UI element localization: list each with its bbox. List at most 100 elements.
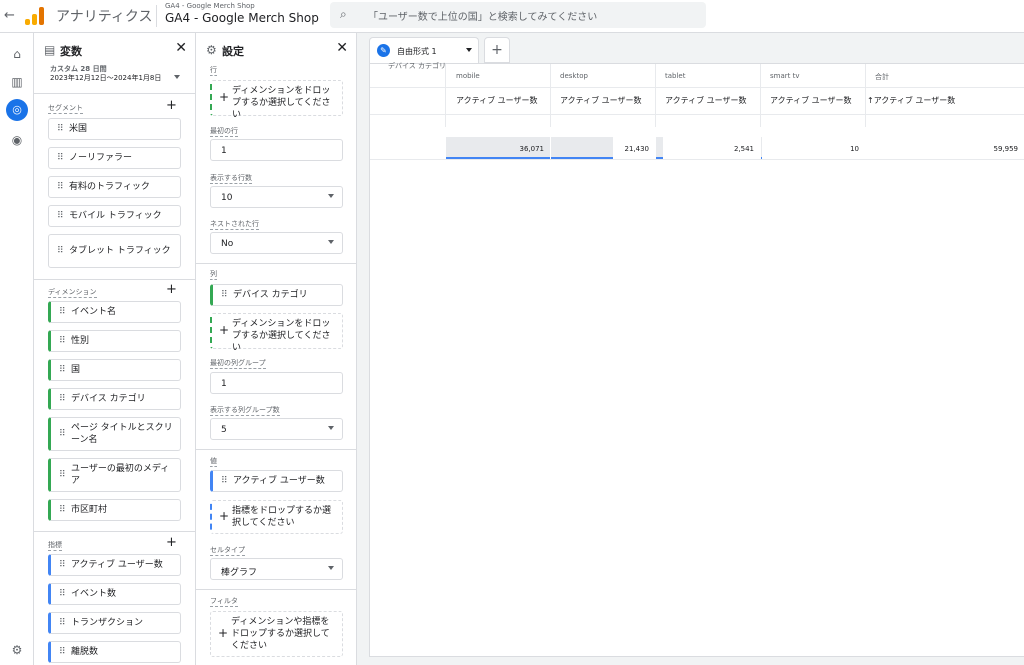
divider	[370, 87, 1024, 88]
drag-handle-icon[interactable]: ⠿	[59, 428, 66, 440]
drag-handle-icon[interactable]: ⠿	[57, 152, 64, 164]
drag-handle-icon[interactable]: ⠿	[59, 306, 66, 318]
drag-handle-icon[interactable]: ⠿	[59, 393, 66, 405]
data-cell-mobile[interactable]: 36,071	[446, 137, 550, 159]
metric-header[interactable]: アクティブ ユーザー数	[770, 95, 852, 106]
drag-handle-icon[interactable]: ⠿	[221, 289, 228, 301]
drag-handle-icon[interactable]: ⠿	[57, 123, 64, 135]
chevron-down-icon	[328, 194, 334, 198]
column-header[interactable]: desktop	[560, 72, 588, 80]
settings-title: 設定	[222, 45, 244, 58]
add-metric-button[interactable]: +	[166, 535, 177, 550]
drag-handle-icon[interactable]: ⠿	[221, 475, 228, 487]
show-col-groups-select[interactable]: 5	[210, 418, 343, 440]
data-cell-desktop[interactable]: 21,430	[551, 137, 655, 159]
segment-chip[interactable]: ⠿ 米国	[48, 118, 181, 140]
metric-header[interactable]: アクティブ ユーザー数	[665, 95, 747, 106]
segment-label: 有料のトラフィック	[69, 182, 150, 192]
drag-handle-icon[interactable]: ⠿	[59, 559, 66, 571]
metric-header[interactable]: アクティブ ユーザー数	[456, 95, 538, 106]
column-header[interactable]: tablet	[665, 72, 685, 80]
dimension-chip[interactable]: ⠿ デバイス カテゴリ	[48, 388, 181, 410]
segment-chip[interactable]: ⠿ タブレット トラフィック	[48, 234, 181, 268]
data-cell-tablet[interactable]: 2,541	[656, 137, 760, 159]
data-cell-total[interactable]: 59,959	[866, 137, 1024, 159]
exploration-canvas: ✎ 自由形式 1 + デバイス カテゴリ mobile desktop tabl…	[357, 33, 1024, 665]
property-name[interactable]: GA4 - Google Merch Shop	[165, 11, 319, 25]
dimension-chip[interactable]: ⠿ 市区町村	[48, 499, 181, 521]
data-cell-smart-tv[interactable]: 10	[761, 137, 865, 159]
column-header[interactable]: mobile	[456, 72, 480, 80]
column-header[interactable]: 合計	[875, 72, 889, 82]
metric-label: 離脱数	[71, 647, 99, 657]
dimension-label: ユーザーの最初のメディア	[71, 464, 170, 486]
chevron-down-icon	[328, 426, 334, 430]
add-tab-button[interactable]: +	[484, 37, 510, 63]
add-dimension-button[interactable]: +	[166, 282, 177, 297]
tab-freeform[interactable]: ✎ 自由形式 1	[369, 37, 479, 63]
column-header[interactable]: smart tv	[770, 72, 800, 80]
arrow-left-icon[interactable]: ←	[4, 8, 15, 23]
drag-handle-icon[interactable]: ⠿	[59, 646, 66, 658]
account-path[interactable]: GA4 - Google Merch Shop	[165, 2, 255, 10]
nested-rows-select[interactable]: No	[210, 232, 343, 254]
home-icon[interactable]: ⌂	[10, 47, 24, 61]
metric-chip[interactable]: ⠿ 離脱数	[48, 641, 181, 663]
metric-chip[interactable]: ⠿ イベント数	[48, 583, 181, 605]
search-placeholder[interactable]: 「ユーザー数で上位の国」と検索してみてください	[368, 8, 597, 23]
rows-drop-zone[interactable]: + ディメンションをドロップするか選択してください	[210, 80, 343, 120]
metric-chip[interactable]: ⠿ トランザクション	[48, 612, 181, 634]
drop-hint: ディメンションをドロップするか選択してください	[232, 86, 331, 120]
add-segment-button[interactable]: +	[166, 98, 177, 113]
column-dimension-chip[interactable]: ⠿ デバイス カテゴリ	[210, 284, 343, 306]
segment-chip[interactable]: ⠿ 有料のトラフィック	[48, 176, 181, 198]
drag-handle-icon[interactable]: ⠿	[57, 210, 64, 222]
metric-header[interactable]: アクティブ ユーザー数	[560, 95, 642, 106]
show-rows-value: 10	[221, 193, 233, 203]
drag-handle-icon[interactable]: ⠿	[59, 364, 66, 376]
dimension-chip[interactable]: ⠿ 国	[48, 359, 181, 381]
drag-handle-icon[interactable]: ⠿	[59, 617, 66, 629]
explore-icon[interactable]: ◎	[6, 99, 28, 121]
date-dropdown-icon[interactable]	[172, 73, 182, 83]
chevron-down-icon	[328, 566, 334, 570]
first-row-input[interactable]: 1	[210, 139, 343, 161]
plus-icon: +	[219, 509, 230, 523]
values-drop-zone[interactable]: + 指標をドロップするか選択してください	[210, 500, 343, 534]
dimension-chip[interactable]: ⠿ 性別	[48, 330, 181, 352]
segment-chip[interactable]: ⠿ ノーリファラー	[48, 147, 181, 169]
plus-icon: +	[219, 90, 230, 104]
value-metric-chip[interactable]: ⠿ アクティブ ユーザー数	[210, 470, 343, 492]
nested-rows-label: ネストされた行	[210, 220, 259, 230]
drag-handle-icon[interactable]: ⠿	[59, 469, 66, 481]
chevron-down-icon	[328, 240, 334, 244]
date-range[interactable]: 2023年12月12日～2024年1月8日	[50, 73, 161, 83]
dimension-chip[interactable]: ⠿ ユーザーの最初のメディア	[48, 458, 181, 492]
filters-drop-zone[interactable]: + ディメンションや指標をドロップするか選択してください	[210, 611, 343, 657]
nested-rows-value: No	[221, 239, 234, 249]
show-rows-select[interactable]: 10	[210, 186, 343, 208]
chevron-down-icon[interactable]	[466, 48, 472, 52]
dimension-chip[interactable]: ⠿ ページ タイトルとスクリーン名	[48, 417, 181, 451]
metric-label: イベント数	[71, 589, 117, 599]
metric-header-sorted[interactable]: ↑アクティブ ユーザー数	[867, 95, 955, 106]
close-icon[interactable]: ✕	[175, 40, 187, 56]
settings-panel: ⚙ 設定 ✕ 行 + ディメンションをドロップするか選択してください 最初の行 1…	[196, 33, 357, 665]
tab-label: 自由形式 1	[397, 47, 437, 56]
cell-type-select[interactable]: 棒グラフ	[210, 558, 343, 580]
drag-handle-icon[interactable]: ⠿	[59, 588, 66, 600]
reports-icon[interactable]: ▥	[10, 75, 24, 89]
first-col-group-input[interactable]: 1	[210, 372, 343, 394]
close-icon[interactable]: ✕	[336, 40, 348, 56]
advertising-icon[interactable]: ◉	[10, 133, 24, 147]
settings-icon[interactable]: ⚙	[10, 643, 24, 657]
drag-handle-icon[interactable]: ⠿	[57, 181, 64, 193]
columns-drop-zone[interactable]: + ディメンションをドロップするか選択してください	[210, 313, 343, 353]
dimension-chip[interactable]: ⠿ イベント名	[48, 301, 181, 323]
drag-handle-icon[interactable]: ⠿	[59, 335, 66, 347]
metric-chip[interactable]: ⠿ アクティブ ユーザー数	[48, 554, 181, 576]
drag-handle-icon[interactable]: ⠿	[59, 504, 66, 516]
segment-chip[interactable]: ⠿ モバイル トラフィック	[48, 205, 181, 227]
drag-handle-icon[interactable]: ⠿	[57, 245, 64, 257]
search-bar[interactable]: ⌕ 「ユーザー数で上位の国」と検索してみてください	[330, 2, 706, 28]
